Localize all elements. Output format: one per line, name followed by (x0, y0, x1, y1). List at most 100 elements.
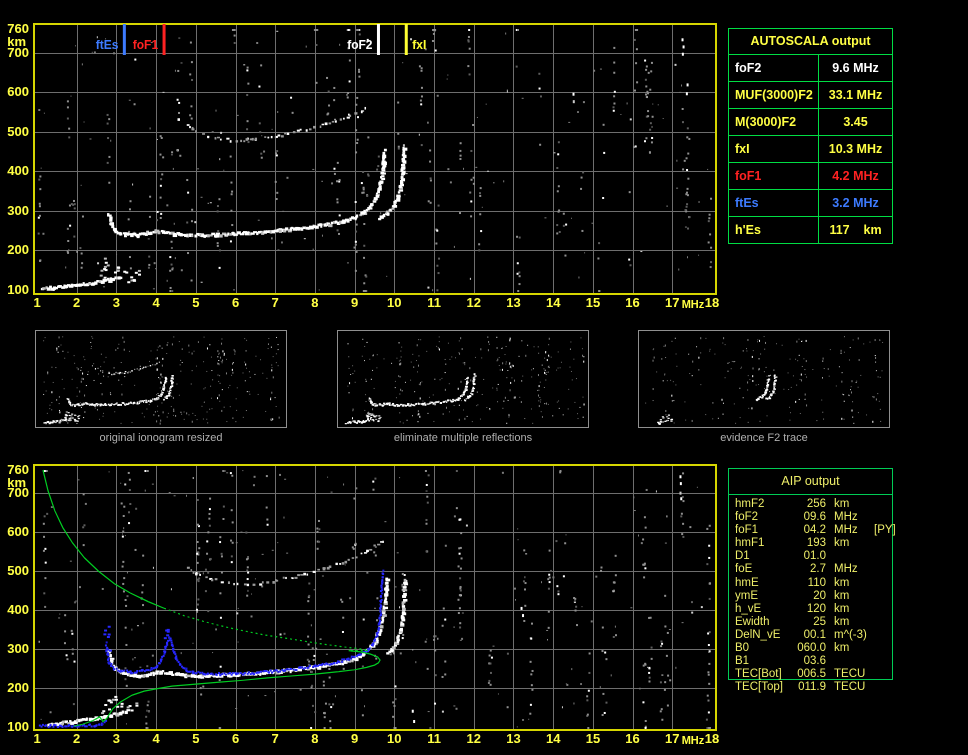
autoscala-param-name: foF2 (729, 55, 819, 81)
autoscala-row-fof2: foF2 9.6 MHz (729, 55, 892, 82)
aip-row-b1: B1 03.6 (735, 655, 891, 668)
thumbnail-caption-original: original ionogram resized (99, 432, 223, 444)
aip-note (872, 550, 891, 563)
aip-unit: MHz (834, 511, 858, 524)
aip-note (872, 590, 891, 603)
autoscala-param-name: ftEs (729, 190, 819, 216)
aip-unit: km (834, 615, 850, 628)
aip-unit: km (834, 602, 850, 615)
aip-row-ewidth: Ewidth 25 km (735, 616, 891, 629)
aip-note: [PY] (874, 524, 896, 537)
aip-name: TEC[Top] (735, 681, 783, 694)
aip-unit: km (834, 498, 850, 510)
aip-unit: km (834, 537, 850, 550)
thumbnail-eliminate-reflections-canvas (338, 331, 588, 427)
aip-name: hmF2 (735, 498, 765, 510)
autoscala-table-header: AUTOSCALA output (729, 29, 892, 55)
aip-note (872, 511, 891, 524)
autoscala-output-table: AUTOSCALA output foF2 9.6 MHz MUF(3000)F2 3… (728, 28, 893, 244)
aip-val: 20 (813, 589, 826, 602)
aip-val: 01.0 (803, 550, 826, 563)
thumbnail-caption-evidence: evidence F2 trace (720, 432, 808, 444)
aip-row-hmf1: hmF1 193 km (735, 537, 891, 550)
aip-name: hmE (735, 576, 759, 589)
aip-row-hme: hmE 110 km (735, 577, 891, 590)
aip-name: TEC[Bot] (735, 668, 782, 681)
autoscala-param-name: fxI (729, 136, 819, 162)
aip-row-tecbot: TEC[Bot] 006.5 TECU (735, 668, 891, 681)
aip-note (872, 642, 891, 655)
thumbnail-eliminate-reflections (337, 330, 589, 428)
autoscala-param-value: 33.1 MHz (828, 88, 883, 102)
aip-name: foE (735, 563, 753, 576)
thumbnail-caption-eliminate: eliminate multiple reflections (393, 432, 533, 444)
autoscala-param-value: 10.3 MHz (828, 142, 883, 156)
aip-val: 060.0 (797, 642, 826, 655)
autoscala-row-hes: h'Es 117 km (729, 217, 892, 243)
aip-unit: km (834, 642, 850, 655)
aip-note (872, 563, 891, 576)
aip-row-tectop: TEC[Top] 011.9 TECU (735, 681, 891, 694)
autoscala-param-value: 9.6 MHz (832, 61, 879, 75)
thumbnail-evidence-f2-trace-canvas (639, 331, 889, 427)
aip-row-yme: ymE 20 km (735, 590, 891, 603)
aip-name: foF2 (735, 511, 759, 524)
aip-unit: TECU (834, 681, 866, 694)
aip-name: h_vE (735, 602, 762, 615)
autoscala-param-value: 3.45 (843, 115, 868, 129)
aip-val: 09.6 (803, 511, 826, 524)
aip-unit: km (834, 576, 850, 589)
aip-val: 193 (806, 537, 826, 550)
thumbnail-original-ionogram-canvas (36, 331, 286, 427)
autoscala-table-rows: foF2 9.6 MHz MUF(3000)F2 33.1 MHz M(3000)F2 3… (729, 55, 892, 243)
aip-row-delnve: DelN_vE 00.1 m^(-3) (735, 629, 891, 642)
aip-row-hve: h_vE 120 km (735, 603, 891, 616)
autoscala-row-m3000f2: M(3000)F2 3.45 (729, 109, 892, 136)
aip-unit: MHz (834, 563, 858, 576)
bottom-ionogram-canvas (0, 450, 725, 755)
aip-val: 110 (807, 576, 826, 589)
aip-unit (826, 655, 872, 668)
thumbnail-evidence-f2-trace (638, 330, 890, 428)
autoscala-row-ftes: ftEs 3.2 MHz (729, 190, 892, 217)
aip-val: 120 (806, 602, 826, 615)
autoscala-screen: Rome (lat: +41.8, lon: 012.5) - DATE: 20… (0, 0, 968, 755)
aip-val: 2.7 (810, 563, 826, 576)
autoscala-param-value: 117 km (829, 223, 882, 237)
top-ionogram-canvas (0, 0, 725, 322)
aip-note (872, 603, 891, 616)
aip-val: 00.1 (803, 628, 826, 641)
aip-val: 011.9 (798, 681, 826, 694)
aip-row-foe: foE 2.7 MHz (735, 563, 891, 576)
aip-name: B1 (735, 655, 750, 668)
aip-val: 25 (813, 615, 826, 628)
aip-unit: MHz (834, 524, 858, 537)
aip-note (872, 668, 891, 681)
aip-note (872, 681, 891, 694)
aip-unit: m^(-3) (834, 628, 867, 641)
thumbnail-original-ionogram (35, 330, 287, 428)
autoscala-row-fxi: fxI 10.3 MHz (729, 136, 892, 163)
aip-unit: km (834, 589, 850, 602)
aip-unit (826, 550, 872, 563)
aip-note (872, 616, 891, 629)
autoscala-param-name: MUF(3000)F2 (729, 82, 819, 108)
aip-name: ymE (735, 589, 758, 602)
aip-name: D1 (735, 550, 750, 563)
autoscala-param-name: h'Es (729, 217, 819, 243)
aip-name: Ewidth (735, 615, 770, 628)
aip-table-header: AIP output (729, 469, 892, 495)
autoscala-row-fof1: foF1 4.2 MHz (729, 163, 892, 190)
aip-row-d1: D1 01.0 (735, 550, 891, 563)
aip-name: foF1 (735, 524, 759, 537)
autoscala-param-value: 3.2 MHz (832, 196, 879, 210)
aip-row-hmf2: hmF2 256 km (735, 498, 891, 511)
aip-val: 03.6 (803, 655, 826, 668)
aip-row-fof1: foF1 04.2 MHz [PY] (735, 524, 896, 537)
aip-row-b0: B0 060.0 km (735, 642, 891, 655)
aip-note (872, 629, 891, 642)
aip-row-fof2: foF2 09.6 MHz (735, 511, 891, 524)
aip-name: hmF1 (735, 537, 765, 550)
autoscala-param-name: foF1 (729, 163, 819, 189)
aip-unit: TECU (834, 668, 866, 681)
